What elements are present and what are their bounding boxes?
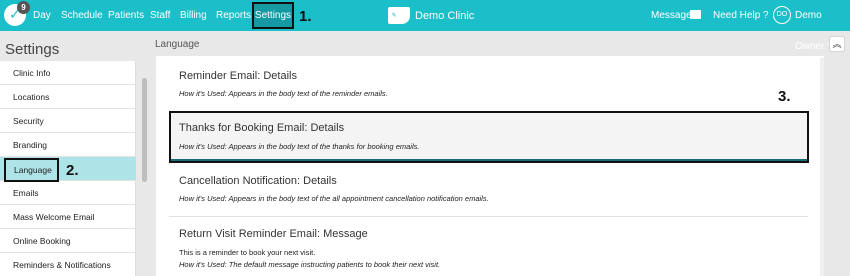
sidebar-item-online-booking[interactable]: Online Booking xyxy=(0,229,136,253)
card-usage: How it's Used: Appears in the body text … xyxy=(179,194,489,203)
nav-settings[interactable]: Settings xyxy=(252,2,294,29)
nav-schedule[interactable]: Schedule xyxy=(61,0,103,31)
card-thanks-for-booking-email[interactable]: Thanks for Booking Email: Details How it… xyxy=(169,111,809,163)
nav-day[interactable]: Day xyxy=(33,0,51,31)
nav-patients[interactable]: Patients xyxy=(108,0,144,31)
sidebar-item-branding[interactable]: Branding xyxy=(0,133,136,157)
card-heading: Cancellation Notification: Details xyxy=(179,175,337,187)
card-focus-underline xyxy=(171,159,807,161)
card-usage: How it's Used: Appears in the body text … xyxy=(179,142,420,151)
user-menu[interactable]: Demo Owner ˅ xyxy=(795,0,850,52)
card-reminder-email[interactable]: Reminder Email: Details How it's Used: A… xyxy=(169,58,808,111)
sidebar-scrollbar[interactable] xyxy=(142,78,147,182)
card-usage: How it's Used: The default message instr… xyxy=(179,260,441,269)
sidebar-item-reminders-notifications[interactable]: Reminders & Notifications xyxy=(0,253,136,276)
clinic-logo-icon: ✎ xyxy=(388,7,410,24)
page-title: Language xyxy=(155,39,200,50)
notification-count-badge: 9 xyxy=(17,1,30,14)
app-logo-button[interactable]: ✓ 9 xyxy=(4,1,30,26)
nav-staff[interactable]: Staff xyxy=(150,0,170,31)
clinic-name: Demo Clinic xyxy=(415,10,475,22)
sidebar-item-security[interactable]: Security xyxy=(0,109,136,133)
card-heading: Return Visit Reminder Email: Message xyxy=(179,228,368,240)
sidebar-item-locations[interactable]: Locations xyxy=(0,85,136,109)
double-chevron-up-icon[interactable]: ︽ xyxy=(829,36,845,52)
sidebar-item-language[interactable]: Language xyxy=(4,158,59,182)
card-usage: How it's Used: Appears in the body text … xyxy=(179,89,388,98)
card-heading: Thanks for Booking Email: Details xyxy=(179,122,345,134)
chat-bubble-icon[interactable] xyxy=(690,10,701,19)
card-body: This is a reminder to book your next vis… xyxy=(179,248,316,257)
help-link[interactable]: Need Help ? xyxy=(713,0,769,31)
sidebar-item-mass-welcome-email[interactable]: Mass Welcome Email xyxy=(0,205,136,229)
card-return-visit-reminder[interactable]: Return Visit Reminder Email: Message Thi… xyxy=(169,216,808,276)
sidebar-item-clinic-info[interactable]: Clinic Info xyxy=(0,61,136,85)
nav-reports[interactable]: Reports xyxy=(216,0,251,31)
card-cancellation-notification[interactable]: Cancellation Notification: Details How i… xyxy=(169,164,808,216)
top-navigation-bar: ✓ 9 Day Schedule Patients Staff Billing … xyxy=(0,0,850,52)
sidebar-title: Settings xyxy=(5,41,60,58)
sidebar-item-emails[interactable]: Emails xyxy=(0,181,136,205)
main-scrollbar[interactable] xyxy=(820,58,824,276)
callout-1: 1. xyxy=(299,8,312,25)
card-heading: Reminder Email: Details xyxy=(179,70,297,82)
callout-3: 3. xyxy=(778,88,791,105)
nav-billing[interactable]: Billing xyxy=(180,0,207,31)
avatar[interactable]: DO xyxy=(773,6,791,24)
callout-2: 2. xyxy=(66,162,79,179)
